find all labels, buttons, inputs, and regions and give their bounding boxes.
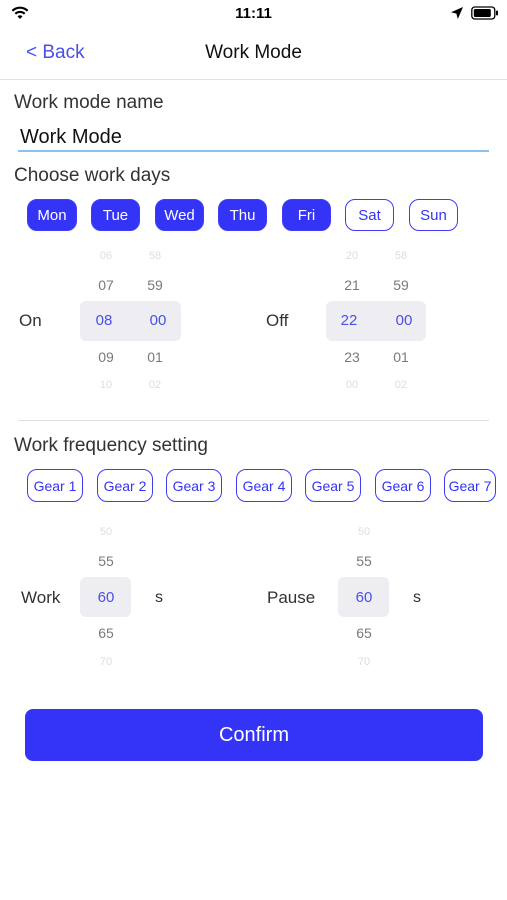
work-mode-name-input[interactable] <box>18 125 489 152</box>
day-chip-label: Sat <box>358 206 381 224</box>
gear-button-label: Gear 1 <box>33 477 77 494</box>
picker-value: 01 <box>393 349 409 365</box>
picker-value: 59 <box>393 277 409 293</box>
battery-icon <box>471 6 498 20</box>
status-bar: 11:11 <box>0 0 507 28</box>
day-chip-label: Tue <box>102 206 129 224</box>
picker-value: 23 <box>344 349 360 365</box>
picker-value: 21 <box>344 277 360 293</box>
day-chip-label: Wed <box>164 206 195 224</box>
picker-value: 70 <box>357 656 371 668</box>
on-minute-selected: 00 <box>149 312 167 329</box>
gear-button-7[interactable]: Gear 7 <box>444 469 496 502</box>
picker-value: 58 <box>148 250 162 262</box>
picker-value: 06 <box>99 250 113 262</box>
day-chip-sat[interactable]: Sat <box>345 199 394 231</box>
picker-value: 00 <box>345 379 359 391</box>
picker-value: 58 <box>394 250 408 262</box>
gear-button-1[interactable]: Gear 1 <box>27 469 83 502</box>
picker-value: 10 <box>99 379 113 391</box>
gear-button-3[interactable]: Gear 3 <box>166 469 222 502</box>
on-time-label: On <box>19 311 42 330</box>
day-chip-mon[interactable]: Mon <box>27 199 77 231</box>
work-duration-selected: 60 <box>97 589 115 606</box>
gear-button-label: Gear 2 <box>103 477 147 494</box>
page-title: Work Mode <box>205 42 302 63</box>
pause-unit-label: s <box>413 589 421 606</box>
picker-value: 65 <box>98 625 114 641</box>
work-duration-label: Work <box>21 588 61 607</box>
picker-value: 09 <box>98 349 114 365</box>
gear-button-label: Gear 5 <box>311 477 355 494</box>
gear-button-6[interactable]: Gear 6 <box>375 469 431 502</box>
off-minute-selected: 00 <box>395 312 413 329</box>
section-divider <box>18 420 489 421</box>
day-chip-thu[interactable]: Thu <box>218 199 267 231</box>
pause-duration-selected: 60 <box>355 589 373 606</box>
on-hour-selected: 08 <box>95 312 113 329</box>
picker-value: 65 <box>356 625 372 641</box>
picker-value: 70 <box>99 656 113 668</box>
work-unit-label: s <box>155 589 163 606</box>
work-frequency-label: Work frequency setting <box>14 435 208 456</box>
location-arrow-icon <box>451 7 463 19</box>
day-chip-label: Fri <box>297 206 316 224</box>
work-days-label: Choose work days <box>14 165 171 186</box>
picker-value: 50 <box>99 526 113 538</box>
picker-value: 02 <box>394 379 408 391</box>
gear-button-label: Gear 3 <box>172 477 216 494</box>
picker-value: 07 <box>98 277 114 293</box>
picker-value: 02 <box>148 379 162 391</box>
gear-button-label: Gear 7 <box>448 477 492 494</box>
picker-value: 01 <box>147 349 163 365</box>
status-time: 11:11 <box>235 5 272 22</box>
picker-value: 20 <box>345 250 359 262</box>
gear-button-label: Gear 6 <box>381 477 425 494</box>
day-chip-wed[interactable]: Wed <box>155 199 204 231</box>
gear-button-2[interactable]: Gear 2 <box>97 469 153 502</box>
picker-value: 50 <box>357 526 371 538</box>
day-chip-fri[interactable]: Fri <box>282 199 331 231</box>
picker-value: 55 <box>356 553 372 569</box>
day-chip-label: Sun <box>420 206 447 224</box>
day-chip-tue[interactable]: Tue <box>91 199 140 231</box>
day-chip-sun[interactable]: Sun <box>409 199 458 231</box>
gear-button-5[interactable]: Gear 5 <box>305 469 361 502</box>
off-hour-selected: 22 <box>340 312 358 329</box>
off-time-label: Off <box>266 311 289 330</box>
day-chip-label: Thu <box>229 206 256 224</box>
pause-duration-label: Pause <box>267 588 316 607</box>
gear-button-label: Gear 4 <box>242 477 286 494</box>
picker-value: 59 <box>147 277 163 293</box>
work-mode-name-label: Work mode name <box>14 92 164 113</box>
gear-button-4[interactable]: Gear 4 <box>236 469 292 502</box>
navigation-bar: < Back Work Mode <box>0 28 507 80</box>
confirm-button[interactable]: Confirm <box>25 709 483 761</box>
picker-value: 55 <box>98 553 114 569</box>
day-chip-label: Mon <box>37 206 67 224</box>
